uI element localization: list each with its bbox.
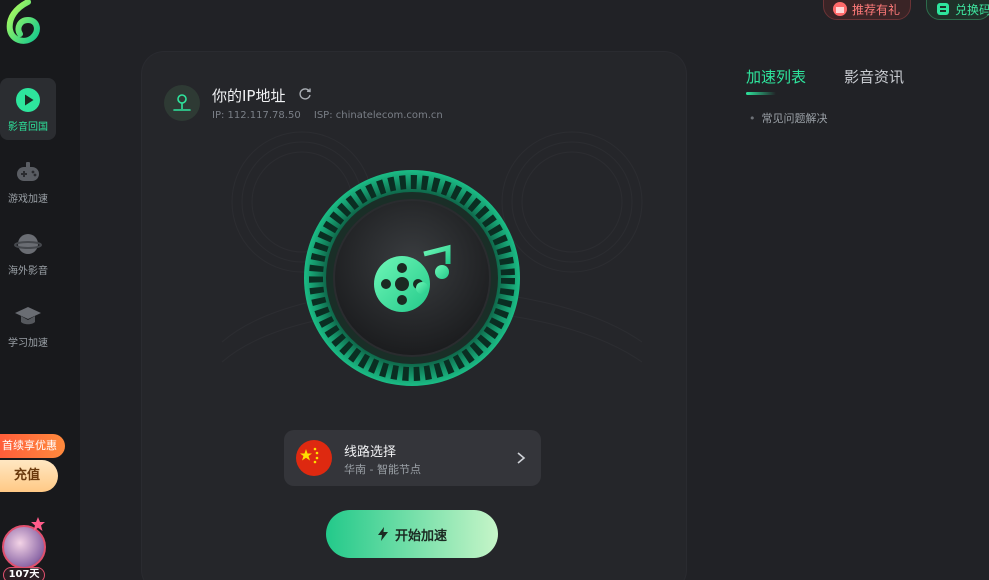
planet-icon: [14, 234, 42, 254]
star-icon: [31, 517, 45, 531]
ip-details: IP: 112.117.78.50 ISP: chinatelecom.com.…: [212, 110, 453, 121]
play-circle-icon: [16, 88, 40, 112]
faq-label: 常见问题解决: [761, 112, 828, 125]
sidebar-item-label: 游戏加速: [8, 194, 48, 205]
isp-value: ISP: chinatelecom.com.cn: [313, 110, 443, 121]
sidebar-item-label: 影音回国: [8, 122, 48, 133]
location-pin-icon: [164, 85, 200, 121]
faq-link[interactable]: • 常见问题解决: [749, 110, 828, 126]
redeem-code-button[interactable]: 兑换码: [926, 0, 989, 20]
tab-video-news[interactable]: 影音资讯: [844, 66, 904, 95]
lightning-icon: [377, 527, 388, 541]
sidebar-item-game-boost[interactable]: 游戏加速: [0, 150, 56, 212]
ticket-icon: [937, 3, 949, 15]
sidebar-item-study-boost[interactable]: 学习加速: [0, 294, 56, 356]
refer-reward-button[interactable]: 推荐有礼: [823, 0, 912, 20]
right-panel-tabs: 加速列表 影音资讯: [746, 66, 904, 95]
refer-reward-label: 推荐有礼: [852, 2, 901, 17]
sidebar-item-overseas-video[interactable]: 海外影音: [0, 222, 56, 284]
redeem-code-label: 兑换码: [955, 2, 989, 17]
recharge-button[interactable]: 充值: [0, 460, 58, 492]
start-acceleration-label: 开始加速: [394, 528, 447, 544]
ip-value: IP: 112.117.78.50: [212, 110, 301, 121]
refresh-icon[interactable]: [298, 87, 312, 101]
graduation-cap-icon: [15, 307, 41, 325]
gamepad-icon: [17, 162, 39, 181]
start-acceleration-button[interactable]: 开始加速: [326, 510, 498, 558]
chevron-right-icon: [517, 452, 526, 464]
gift-icon: [833, 2, 847, 16]
tab-label: 加速列表: [746, 68, 807, 86]
tab-label: 影音资讯: [844, 68, 905, 86]
bullet-icon: •: [749, 112, 756, 125]
app-logo: [6, 0, 40, 44]
route-title: 线路选择: [344, 445, 397, 460]
renewal-promo-tag: 首续享优惠: [0, 434, 65, 458]
membership-days-badge: 107天: [3, 567, 45, 580]
accelerate-dial[interactable]: [302, 168, 522, 388]
route-selector[interactable]: 线路选择 华南 - 智能节点: [284, 430, 541, 486]
china-flag-icon: [296, 440, 332, 476]
sidebar-item-label: 海外影音: [8, 266, 48, 277]
route-node: 华南 - 智能节点: [344, 463, 421, 476]
tab-acceleration-list[interactable]: 加速列表: [746, 66, 806, 95]
sidebar-item-label: 学习加速: [8, 338, 48, 349]
sidebar: 影音回国 游戏加速 海外影音 学习加速 首续享优惠 充值 107天: [0, 0, 80, 580]
ip-address-title: 你的IP地址: [212, 87, 286, 105]
accelerator-card: 你的IP地址 IP: 112.117.78.50 ISP: chinatelec…: [142, 52, 686, 580]
sidebar-item-video-home[interactable]: 影音回国: [0, 78, 56, 140]
active-tab-indicator: [746, 92, 776, 95]
